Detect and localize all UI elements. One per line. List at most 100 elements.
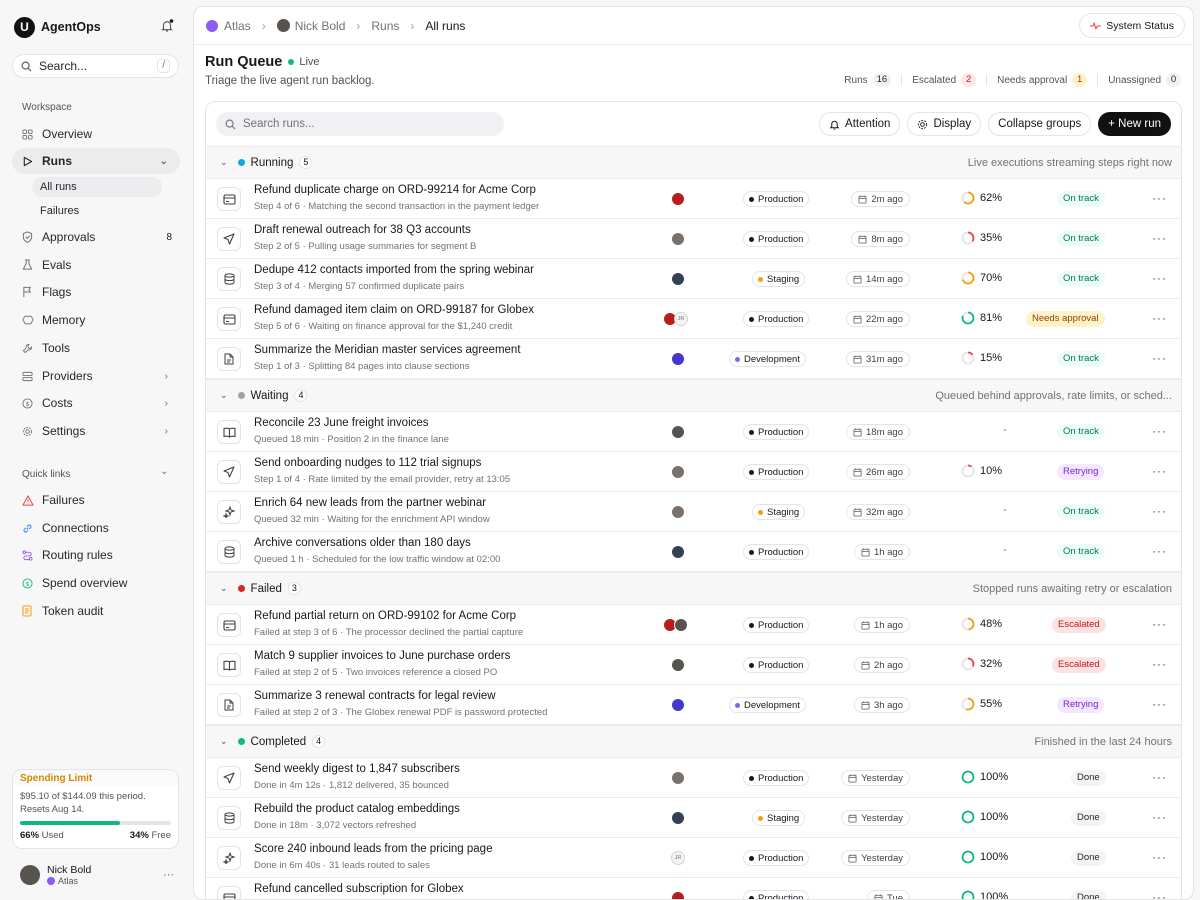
assignee-avatars[interactable] bbox=[671, 425, 685, 439]
assignee-avatars[interactable] bbox=[671, 505, 685, 519]
chevron-down-icon[interactable]: ⌄ bbox=[160, 466, 168, 477]
group-header-running[interactable]: ⌄ Running 5 Live executions streaming steps… bbox=[206, 146, 1181, 179]
sidebar-item-tools[interactable]: Tools bbox=[12, 335, 180, 361]
chevron-down-icon[interactable]: ⌄ bbox=[220, 157, 228, 168]
assignee-avatars[interactable] bbox=[671, 192, 685, 206]
assignee-avatars[interactable] bbox=[671, 658, 685, 672]
more-actions-icon[interactable]: ··· bbox=[1152, 850, 1167, 864]
sidebar-item-evals[interactable]: Evals bbox=[12, 252, 180, 278]
bell-icon[interactable] bbox=[160, 19, 174, 33]
more-actions-icon[interactable]: ··· bbox=[1152, 810, 1167, 824]
assignee-avatars[interactable]: JR bbox=[671, 851, 685, 865]
quick-link-failures[interactable]: Failures bbox=[12, 487, 180, 513]
assignee-avatars[interactable] bbox=[671, 891, 685, 899]
run-row[interactable]: Enrich 64 new leads from the partner web… bbox=[206, 492, 1181, 532]
run-title[interactable]: Refund duplicate charge on ORD-99214 for… bbox=[254, 184, 536, 196]
chevron-down-icon[interactable]: ⌄ bbox=[160, 156, 168, 167]
breadcrumb-atlas[interactable]: Atlas bbox=[224, 19, 251, 33]
quick-link-spend-overview[interactable]: $ Spend overview bbox=[12, 570, 180, 596]
quick-link-routing-rules[interactable]: Routing rules bbox=[12, 542, 180, 568]
group-header-completed[interactable]: ⌄ Completed 4 Finished in the last 24 hours bbox=[206, 725, 1181, 758]
more-actions-icon[interactable]: ··· bbox=[1152, 191, 1167, 205]
more-actions-icon[interactable]: ··· bbox=[1152, 504, 1167, 518]
run-title[interactable]: Summarize 3 renewal contracts for legal … bbox=[254, 690, 496, 702]
chevron-right-icon[interactable]: › bbox=[165, 398, 168, 409]
sidebar-subitem-all-runs[interactable]: All runs bbox=[32, 177, 162, 197]
assignee-avatars[interactable] bbox=[671, 698, 685, 712]
sidebar-item-costs[interactable]: $ Costs › bbox=[12, 390, 180, 416]
more-actions-icon[interactable]: ··· bbox=[1152, 657, 1167, 671]
more-actions-icon[interactable]: ··· bbox=[1152, 617, 1167, 631]
sidebar-item-runs[interactable]: Runs ⌄ bbox=[12, 148, 180, 174]
more-actions-icon[interactable]: ··· bbox=[1152, 697, 1167, 711]
more-actions-icon[interactable]: ··· bbox=[1152, 770, 1167, 784]
more-actions-icon[interactable]: ··· bbox=[1152, 271, 1167, 285]
run-row[interactable]: Score 240 inbound leads from the pricing… bbox=[206, 838, 1181, 878]
stat-escalated[interactable]: Escalated 2 bbox=[912, 73, 977, 87]
quick-link-connections[interactable]: Connections bbox=[12, 515, 180, 541]
run-row[interactable]: Summarize 3 renewal contracts for legal … bbox=[206, 685, 1181, 725]
more-actions-icon[interactable]: ··· bbox=[1152, 231, 1167, 245]
sidebar-item-providers[interactable]: Providers › bbox=[12, 363, 180, 389]
run-row[interactable]: Refund duplicate charge on ORD-99214 for… bbox=[206, 179, 1181, 219]
assignee-avatars[interactable] bbox=[663, 618, 688, 632]
assignee-avatars[interactable] bbox=[671, 232, 685, 246]
more-actions-icon[interactable]: ··· bbox=[1152, 351, 1167, 365]
assignee-avatars[interactable] bbox=[671, 352, 685, 366]
more-icon[interactable]: ··· bbox=[163, 869, 174, 881]
assignee-avatars[interactable] bbox=[671, 811, 685, 825]
stat-runs[interactable]: Runs 16 bbox=[844, 73, 892, 87]
run-title[interactable]: Refund cancelled subscription for Globex bbox=[254, 883, 464, 895]
attention-button[interactable]: Attention bbox=[819, 112, 901, 136]
breadcrumb-user[interactable]: Nick Bold bbox=[295, 19, 346, 33]
assignee-avatars[interactable] bbox=[671, 272, 685, 286]
run-row[interactable]: Rebuild the product catalog embeddings Do… bbox=[206, 798, 1181, 838]
run-search-input[interactable]: Search runs... bbox=[216, 112, 504, 136]
run-row[interactable]: Refund cancelled subscription for Globex… bbox=[206, 878, 1181, 899]
run-title[interactable]: Match 9 supplier invoices to June purcha… bbox=[254, 650, 510, 662]
display-button[interactable]: Display bbox=[907, 112, 982, 136]
run-row[interactable]: Reconcile 23 June freight invoices Queued… bbox=[206, 412, 1181, 452]
run-row[interactable]: Summarize the Meridian master services a… bbox=[206, 339, 1181, 379]
more-actions-icon[interactable]: ··· bbox=[1152, 311, 1167, 325]
run-title[interactable]: Archive conversations older than 180 day… bbox=[254, 537, 471, 549]
run-row[interactable]: Draft renewal outreach for 38 Q3 account… bbox=[206, 219, 1181, 259]
sidebar-item-approvals[interactable]: Approvals 8 bbox=[12, 224, 180, 250]
run-row[interactable]: Send onboarding nudges to 112 trial sign… bbox=[206, 452, 1181, 492]
global-search-input[interactable]: Search... / bbox=[12, 54, 179, 78]
run-title[interactable]: Enrich 64 new leads from the partner web… bbox=[254, 497, 486, 509]
system-status-button[interactable]: System Status bbox=[1079, 13, 1185, 38]
breadcrumb-runs[interactable]: Runs bbox=[371, 19, 399, 33]
chevron-down-icon[interactable]: ⌄ bbox=[220, 390, 228, 401]
run-title[interactable]: Refund partial return on ORD-99102 for A… bbox=[254, 610, 516, 622]
run-title[interactable]: Refund damaged item claim on ORD-99187 f… bbox=[254, 304, 534, 316]
assignee-avatars[interactable] bbox=[671, 465, 685, 479]
assignee-avatars[interactable]: JR bbox=[663, 312, 688, 326]
sidebar-subitem-failures[interactable]: Failures bbox=[32, 201, 162, 221]
more-actions-icon[interactable]: ··· bbox=[1152, 544, 1167, 558]
more-actions-icon[interactable]: ··· bbox=[1152, 464, 1167, 478]
run-title[interactable]: Send weekly digest to 1,847 subscribers bbox=[254, 763, 460, 775]
quick-link-token-audit[interactable]: Token audit bbox=[12, 598, 180, 624]
run-title[interactable]: Rebuild the product catalog embeddings bbox=[254, 803, 460, 815]
run-title[interactable]: Summarize the Meridian master services a… bbox=[254, 344, 521, 356]
chevron-right-icon[interactable]: › bbox=[165, 426, 168, 437]
more-actions-icon[interactable]: ··· bbox=[1152, 424, 1167, 438]
run-row[interactable]: Match 9 supplier invoices to June purcha… bbox=[206, 645, 1181, 685]
sidebar-item-settings[interactable]: Settings › bbox=[12, 418, 180, 444]
assignee-avatars[interactable] bbox=[671, 771, 685, 785]
chevron-down-icon[interactable]: ⌄ bbox=[220, 736, 228, 747]
stat-unassigned[interactable]: Unassigned 0 bbox=[1108, 73, 1181, 87]
sidebar-item-flags[interactable]: Flags bbox=[12, 279, 180, 305]
stat-needs-approval[interactable]: Needs approval 1 bbox=[997, 73, 1088, 87]
assignee-avatars[interactable] bbox=[671, 545, 685, 559]
sidebar-item-memory[interactable]: Memory bbox=[12, 307, 180, 333]
run-row[interactable]: Archive conversations older than 180 day… bbox=[206, 532, 1181, 572]
chevron-down-icon[interactable]: ⌄ bbox=[220, 583, 228, 594]
collapse-groups-button[interactable]: Collapse groups bbox=[988, 112, 1092, 136]
sidebar-item-overview[interactable]: Overview bbox=[12, 121, 180, 147]
run-row[interactable]: Send weekly digest to 1,847 subscribers D… bbox=[206, 758, 1181, 798]
run-title[interactable]: Reconcile 23 June freight invoices bbox=[254, 417, 429, 429]
run-row[interactable]: Dedupe 412 contacts imported from the sp… bbox=[206, 259, 1181, 299]
run-title[interactable]: Dedupe 412 contacts imported from the sp… bbox=[254, 264, 534, 276]
